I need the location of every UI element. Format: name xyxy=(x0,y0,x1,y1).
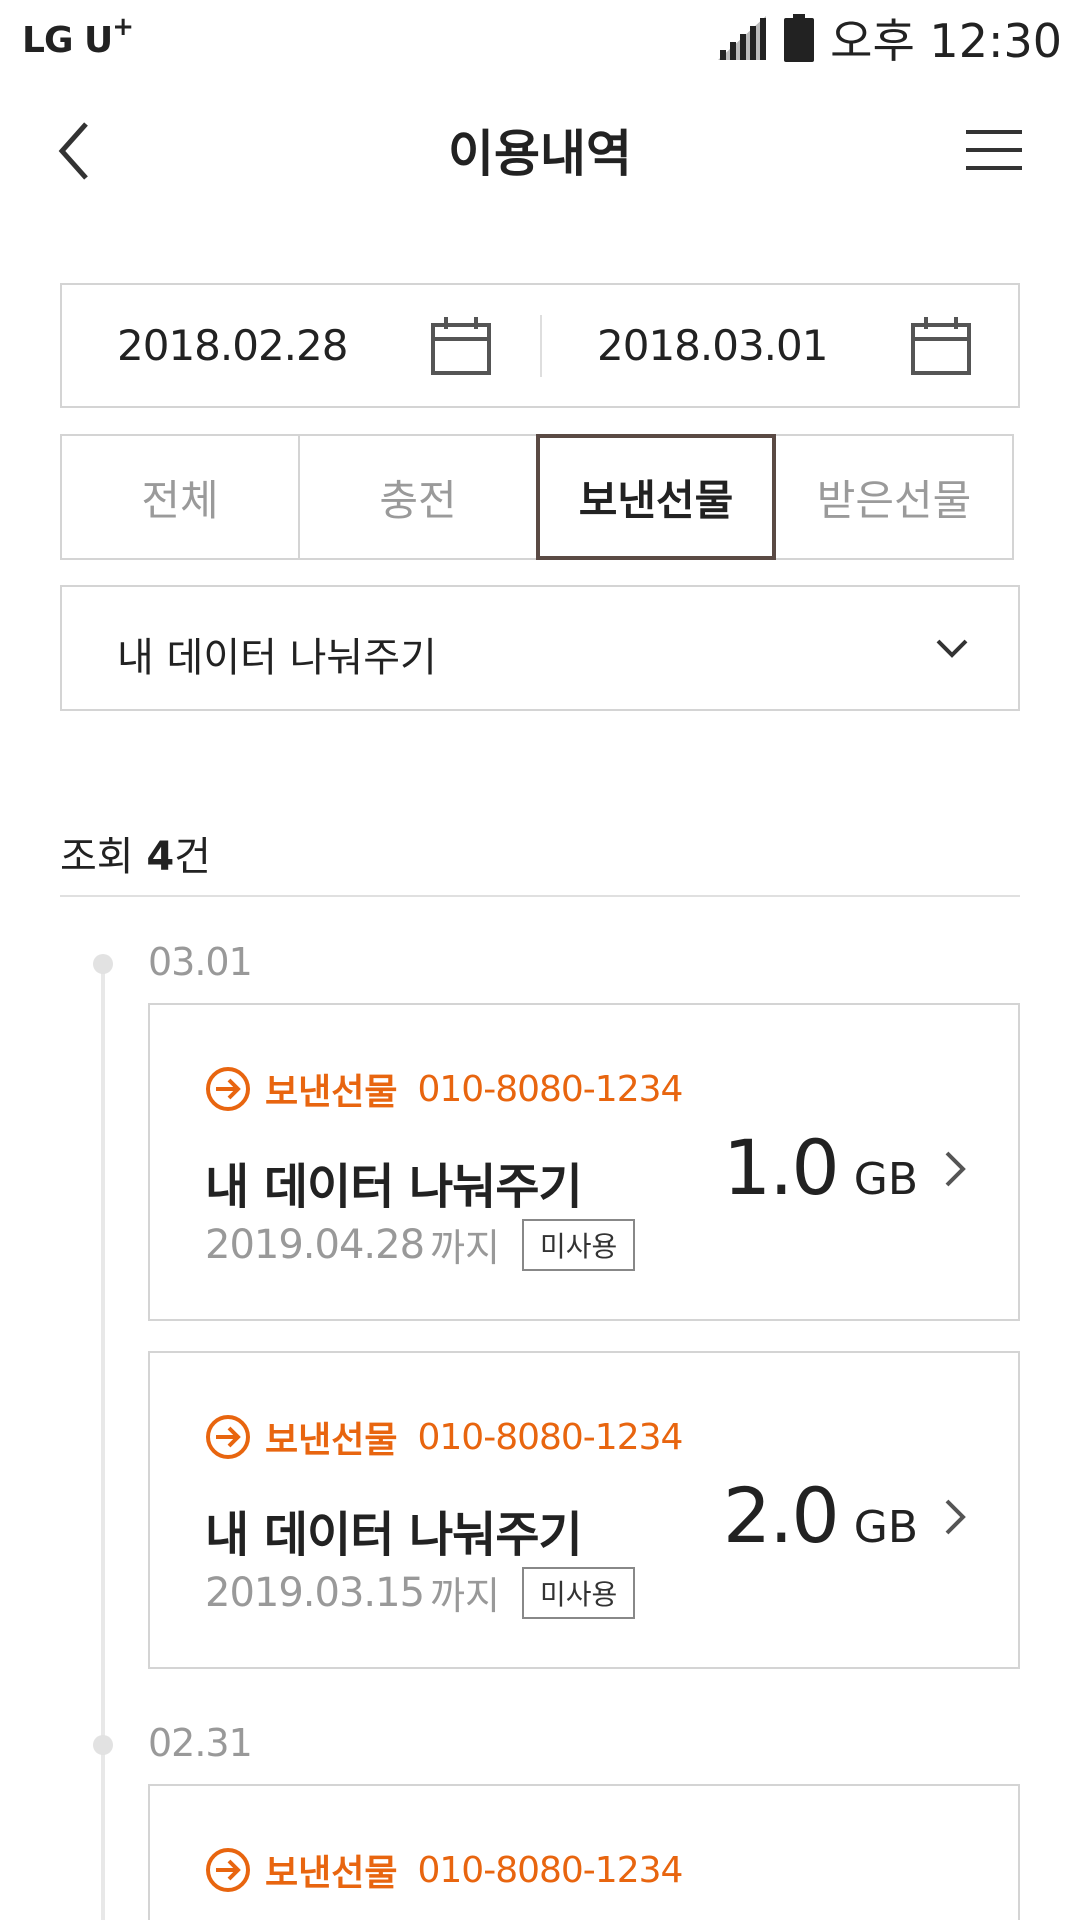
page-title: 이용내역 xyxy=(448,125,632,183)
card-title: 내 데이터 나눠주기 xyxy=(205,1159,583,1215)
menu-button[interactable] xyxy=(966,128,1022,172)
calendar-icon[interactable] xyxy=(910,315,972,377)
select-value: 내 데이터 나눠주기 xyxy=(117,635,437,681)
signal-icon xyxy=(718,16,767,60)
gift-type: 보낸선물 xyxy=(265,1072,398,1113)
card-title: 내 데이터 나눠주기 xyxy=(205,1507,583,1563)
gift-type: 보낸선물 xyxy=(265,1420,398,1461)
arrow-right-circle-icon xyxy=(206,1415,250,1459)
battery-icon xyxy=(784,14,815,62)
result-count-number: 4 xyxy=(146,834,175,880)
timeline-dot xyxy=(93,954,113,974)
history-card[interactable]: 보낸선물 010-8080-1234 xyxy=(148,1784,1020,1920)
expiry-date: 2019.03.15 xyxy=(205,1569,425,1616)
chevron-down-icon xyxy=(936,639,968,658)
history-card[interactable]: 보낸선물 010-8080-1234 내 데이터 나눠주기 2019.03.15… xyxy=(148,1351,1020,1669)
tab-all[interactable]: 전체 xyxy=(60,434,300,560)
filter-tabs: 전체 충전 보낸선물 받은선물 xyxy=(60,434,1020,560)
clock: 오후 12:30 xyxy=(830,14,1062,68)
divider xyxy=(60,895,1020,897)
end-date-field[interactable]: 2018.03.01 xyxy=(542,285,1020,406)
amount-value: 1.0 xyxy=(722,1123,840,1212)
amount-value: 2.0 xyxy=(722,1471,840,1560)
recipient-phone: 010-8080-1234 xyxy=(417,1849,683,1891)
date-range: 2018.02.28 2018.03.01 xyxy=(60,283,1020,408)
arrow-right-circle-icon xyxy=(206,1067,250,1111)
status-badge: 미사용 xyxy=(521,1218,636,1271)
start-date-field[interactable]: 2018.02.28 xyxy=(62,285,540,406)
amount-unit: GB xyxy=(853,1502,918,1553)
hamburger-icon xyxy=(966,130,1022,170)
start-date-value: 2018.02.28 xyxy=(117,321,348,370)
gift-type-select[interactable]: 내 데이터 나눠주기 xyxy=(60,585,1020,711)
status-badge: 미사용 xyxy=(521,1566,636,1619)
carrier-logo: LG U+ xyxy=(22,12,134,61)
expiry-date: 2019.04.28 xyxy=(205,1221,425,1268)
timeline-dot xyxy=(93,1735,113,1755)
tab-sent-gift[interactable]: 보낸선물 xyxy=(536,434,776,560)
recipient-phone: 010-8080-1234 xyxy=(417,1416,683,1458)
app-header: 이용내역 xyxy=(0,96,1080,206)
data-amount: 2.0 GB xyxy=(723,1471,918,1560)
status-bar: LG U+ 오후 12:30 xyxy=(0,0,1080,78)
end-date-value: 2018.03.01 xyxy=(597,321,828,370)
expiry-suffix: 까지 xyxy=(430,1226,500,1270)
expiry-suffix: 까지 xyxy=(430,1574,500,1618)
amount-unit: GB xyxy=(853,1154,918,1205)
timeline-line xyxy=(101,960,105,1920)
arrow-right-circle-icon xyxy=(206,1848,250,1892)
chevron-right-icon xyxy=(945,1151,966,1187)
result-count: 조회 4건 xyxy=(60,834,211,880)
group-date: 02.31 xyxy=(148,1721,253,1765)
status-icons: 오후 12:30 xyxy=(716,10,1062,68)
tab-received-gift[interactable]: 받은선물 xyxy=(774,434,1014,560)
gift-type: 보낸선물 xyxy=(265,1853,398,1894)
tab-charge[interactable]: 충전 xyxy=(298,434,538,560)
calendar-icon[interactable] xyxy=(430,315,492,377)
history-card[interactable]: 보낸선물 010-8080-1234 내 데이터 나눠주기 2019.04.28… xyxy=(148,1003,1020,1321)
chevron-right-icon xyxy=(945,1499,966,1535)
recipient-phone: 010-8080-1234 xyxy=(417,1068,683,1110)
data-amount: 1.0 GB xyxy=(723,1123,918,1212)
group-date: 03.01 xyxy=(148,940,253,984)
